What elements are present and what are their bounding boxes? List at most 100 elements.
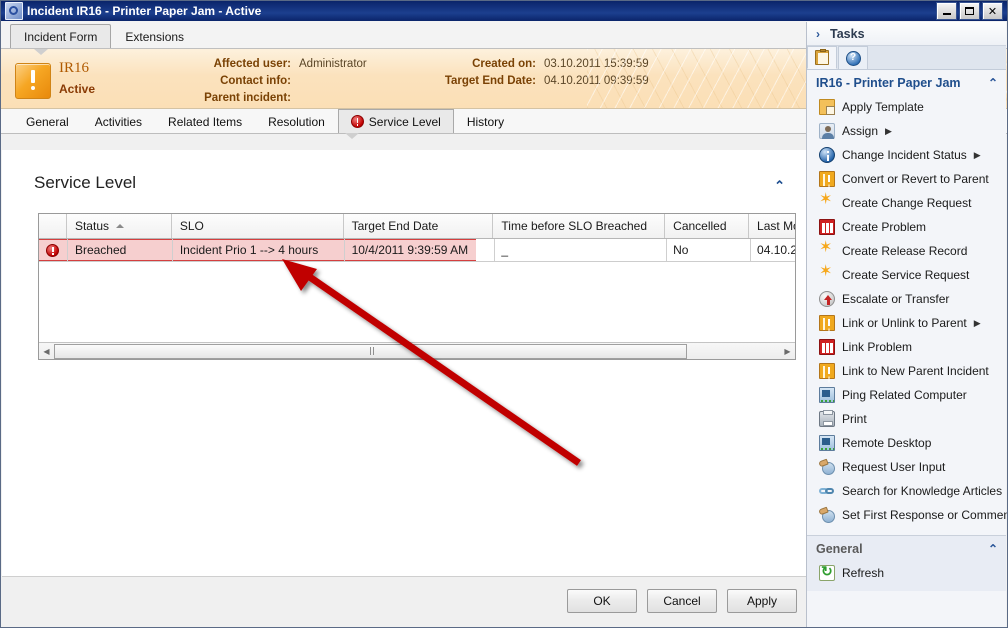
cell-target-end-date: 10/4/2011 9:39:59 AM (344, 239, 494, 261)
tab-service-level[interactable]: Service Level (338, 109, 454, 133)
tab-history[interactable]: History (454, 109, 517, 133)
scrollbar-grip-icon (370, 347, 371, 355)
tab-incident-form-label: Incident Form (24, 30, 97, 44)
task-ping-related-computer[interactable]: Ping Related Computer (807, 383, 1006, 407)
tasks-pane-tab-help[interactable]: ? (838, 46, 868, 69)
task-apply-template[interactable]: Apply Template (807, 95, 1006, 119)
grid-header-slo[interactable]: SLO (172, 214, 344, 238)
apply-button[interactable]: Apply (727, 589, 797, 613)
task-remote-desktop-label: Remote Desktop (842, 436, 931, 450)
task-link-or-unlink-to-parent[interactable]: Link or Unlink to Parent ▶ (807, 311, 1006, 335)
incident-active-icon (15, 63, 51, 99)
task-create-change-request[interactable]: Create Change Request (807, 191, 1006, 215)
task-link-problem[interactable]: Link Problem (807, 335, 1006, 359)
task-create-release-record-label: Create Release Record (842, 244, 967, 258)
task-link-or-unlink-to-parent-label: Link or Unlink to Parent (842, 316, 967, 330)
row-status-icon-cell (39, 239, 67, 261)
scrollbar-thumb[interactable] (54, 344, 687, 359)
window-title-bar[interactable]: Incident IR16 - Printer Paper Jam - Acti… (1, 1, 1007, 21)
tab-activities[interactable]: Activities (82, 109, 155, 133)
grid-header-target-end-date[interactable]: Target End Date (344, 214, 494, 238)
task-refresh[interactable]: Refresh (807, 561, 1006, 585)
task-escalate-or-transfer[interactable]: Escalate or Transfer (807, 287, 1006, 311)
apply-template-icon (819, 99, 835, 115)
active-tab-notch (34, 49, 48, 55)
minimize-button[interactable] (936, 2, 957, 20)
task-apply-template-label: Apply Template (842, 100, 924, 114)
scroll-right-arrow-icon[interactable]: ▶ (780, 344, 795, 359)
tab-resolution[interactable]: Resolution (255, 109, 338, 133)
tab-extensions[interactable]: Extensions (111, 24, 198, 48)
field-contact-info: Contact info: (171, 75, 367, 92)
table-row[interactable]: Breached Incident Prio 1 --> 4 hours 10/… (39, 239, 795, 262)
cell-cancelled: No (665, 239, 749, 261)
field-parent-incident-label: Parent incident: (171, 92, 291, 104)
service-level-grid[interactable]: Status SLO Target End Date Time before S… (38, 213, 796, 360)
scroll-left-arrow-icon[interactable]: ◀ (39, 344, 54, 359)
chevron-up-icon-general-group[interactable]: ⌃ (988, 542, 998, 556)
tasks-list-general: Refresh (807, 561, 1006, 585)
grid-header-time-before-slo-breached-label: Time before SLO Breached (501, 219, 647, 233)
tab-related-items[interactable]: Related Items (155, 109, 255, 133)
field-affected-user-value: Administrator (299, 58, 367, 70)
task-print[interactable]: Print (807, 407, 1006, 431)
incident-form-window: Incident IR16 - Printer Paper Jam - Acti… (0, 0, 1008, 628)
tasks-pane-tab-tasks[interactable] (807, 46, 837, 69)
task-create-release-record[interactable]: Create Release Record (807, 239, 1006, 263)
tab-resolution-label: Resolution (268, 115, 325, 129)
create-star-icon (819, 267, 835, 283)
grid-header-status[interactable]: Status (67, 214, 172, 238)
grid-horizontal-scrollbar[interactable]: ◀ ▶ (39, 342, 795, 359)
task-change-incident-status[interactable]: Change Incident Status ▶ (807, 143, 1006, 167)
grid-header-last-modified[interactable]: Last Mod (749, 214, 795, 238)
task-link-to-new-parent-incident[interactable]: Link to New Parent Incident (807, 359, 1006, 383)
tab-incident-form[interactable]: Incident Form (10, 24, 111, 48)
field-contact-info-label: Contact info: (171, 75, 291, 87)
scrollbar-track[interactable] (54, 344, 780, 359)
sort-ascending-icon (116, 224, 124, 228)
tasks-group-header-general[interactable]: General ⌃ (807, 536, 1006, 561)
field-created-on-label: Created on: (421, 58, 536, 70)
close-button[interactable]: ✕ (982, 2, 1003, 20)
chevron-up-icon[interactable]: ⌃ (774, 178, 785, 194)
task-create-problem[interactable]: Create Problem (807, 215, 1006, 239)
cancel-button[interactable]: Cancel (647, 589, 717, 613)
incident-window-icon (5, 2, 23, 20)
submenu-arrow-icon: ▶ (885, 126, 892, 137)
cell-time-before-slo-breached: _ (493, 239, 665, 261)
task-escalate-or-transfer-label: Escalate or Transfer (842, 292, 949, 306)
task-remote-desktop[interactable]: Remote Desktop (807, 431, 1006, 455)
ok-button[interactable]: OK (567, 589, 637, 613)
field-target-end-date-label: Target End Date: (421, 75, 536, 87)
refresh-icon (819, 565, 835, 581)
task-print-label: Print (842, 412, 867, 426)
tasks-group-header-incident[interactable]: IR16 - Printer Paper Jam ⌃ (807, 70, 1006, 95)
cell-slo: Incident Prio 1 --> 4 hours (172, 239, 344, 261)
maximize-button[interactable] (959, 2, 980, 20)
task-assign[interactable]: Assign ▶ (807, 119, 1006, 143)
field-target-end-date: Target End Date: 04.10.2011 09:39:59 (421, 75, 649, 92)
grid-header-cancelled[interactable]: Cancelled (665, 214, 749, 238)
tasks-group-general: General ⌃ Refresh (807, 535, 1006, 591)
task-link-to-new-parent-incident-label: Link to New Parent Incident (842, 364, 989, 378)
chevron-up-icon-incident-group[interactable]: ⌃ (988, 76, 998, 90)
grid-header-time-before-slo-breached[interactable]: Time before SLO Breached (493, 214, 665, 238)
grid-header-status-label: Status (75, 219, 109, 233)
create-star-icon (819, 195, 835, 211)
tasks-pane-header: › Tasks (807, 22, 1006, 46)
cell-last-modified: 04.10.20 (749, 239, 795, 261)
task-set-first-response-or-comment[interactable]: Set First Response or Comment (807, 503, 1006, 527)
task-create-change-request-label: Create Change Request (842, 196, 971, 210)
task-request-user-input[interactable]: Request User Input (807, 455, 1006, 479)
ok-button-label: OK (593, 594, 610, 608)
task-create-service-request[interactable]: Create Service Request (807, 263, 1006, 287)
page-title: Service Level (34, 173, 136, 193)
breached-error-icon (46, 244, 59, 257)
tasks-group-title-incident: IR16 - Printer Paper Jam (816, 76, 961, 90)
chevron-right-icon[interactable]: › (816, 27, 820, 41)
task-convert-or-revert-to-parent[interactable]: Convert or Revert to Parent (807, 167, 1006, 191)
task-assign-label: Assign (842, 124, 878, 138)
tab-general[interactable]: General (13, 109, 82, 133)
task-search-for-knowledge-articles[interactable]: Search for Knowledge Articles (807, 479, 1006, 503)
computer-icon (819, 435, 835, 451)
